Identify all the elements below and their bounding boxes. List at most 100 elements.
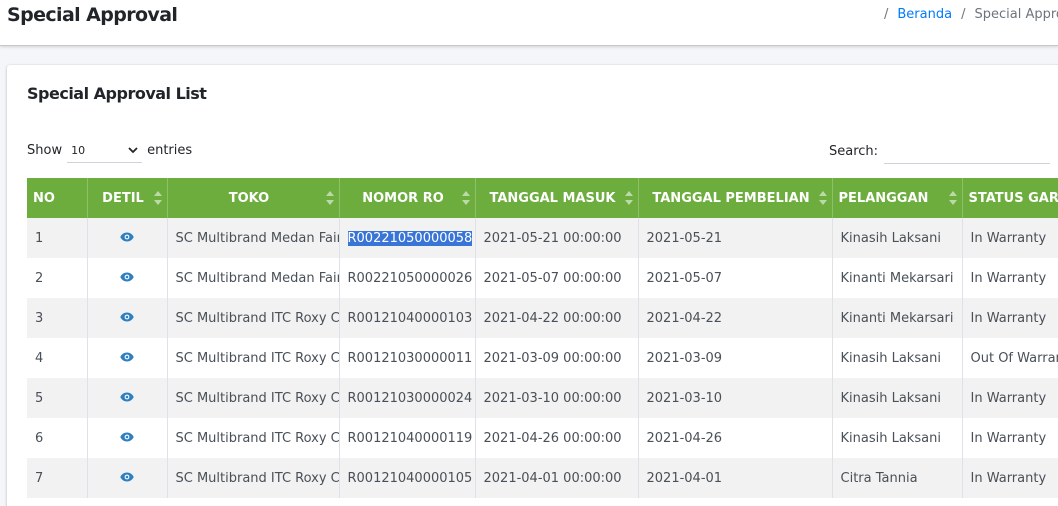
column-header-detil[interactable]: DETIL <box>87 178 168 218</box>
cell-toko: SC Multibrand ITC Roxy C4 <box>167 338 340 378</box>
column-header-tanggal-pembelian[interactable]: TANGGAL PEMBELIAN <box>638 178 833 218</box>
special-approval-card: Special Approval List Show 10 entries Se… <box>7 65 1058 506</box>
eye-icon[interactable] <box>120 431 134 446</box>
cell-no: 2 <box>27 258 88 298</box>
sort-icon <box>624 191 633 205</box>
cell-no: 3 <box>27 298 88 338</box>
cell-nomor-ro: R00221050000058 <box>339 218 476 258</box>
cell-tanggal-pembelian: 2021-04-22 <box>638 298 833 338</box>
sort-icon <box>818 191 827 205</box>
column-header-no[interactable]: NO <box>27 178 88 218</box>
column-header-status-garansi[interactable]: STATUS GARANSI <box>962 178 1058 218</box>
sort-icon <box>948 191 957 205</box>
column-header-tanggal-masuk[interactable]: TANGGAL MASUK <box>475 178 639 218</box>
cell-status: In Warranty <box>962 458 1058 498</box>
cell-pelanggan: Citra Tannia <box>832 458 963 498</box>
cell-toko: SC Multibrand Medan Fair <box>167 258 340 298</box>
cell-tanggal-pembelian: 2021-05-07 <box>638 258 833 298</box>
cell-status: Out Of Warranty <box>962 338 1058 378</box>
cell-toko: SC Multibrand ITC Roxy C4 <box>167 298 340 338</box>
search-control: Search: <box>829 138 1051 164</box>
cell-status: In Warranty <box>962 378 1058 418</box>
cell-nomor-ro: R00121040000103 <box>339 298 476 338</box>
cell-status: In Warranty <box>962 218 1058 258</box>
eye-icon[interactable] <box>120 351 134 366</box>
cell-nomor-ro: R00121030000024 <box>339 378 476 418</box>
cell-nomor-ro: R00121040000105 <box>339 458 476 498</box>
eye-icon[interactable] <box>120 391 134 406</box>
eye-icon[interactable] <box>120 311 134 326</box>
cell-no: 4 <box>27 338 88 378</box>
cell-detil <box>87 378 168 418</box>
breadcrumb-current: Special Approval <box>974 7 1058 22</box>
table-header-row: NO DETIL TOKO NOMOR RO TANGGAL MASUK TAN… <box>27 178 1058 218</box>
cell-nomor-ro: R00121030000011 <box>339 338 476 378</box>
sort-icon <box>153 191 162 205</box>
table-row: 5 SC Multibrand ITC Roxy C4 R00121030000… <box>27 378 1058 418</box>
cell-toko: SC Multibrand ITC Roxy C4 <box>167 458 340 498</box>
show-label: Show <box>27 143 63 158</box>
selected-nomor-ro: R00221050000058 <box>347 230 473 246</box>
eye-icon[interactable] <box>120 271 134 286</box>
cell-tanggal-pembelian: 2021-05-21 <box>638 218 833 258</box>
cell-detil <box>87 338 168 378</box>
cell-no: 6 <box>27 418 88 458</box>
breadcrumb-home-link[interactable]: Beranda <box>897 7 952 22</box>
cell-tanggal-pembelian: 2021-04-01 <box>638 458 833 498</box>
cell-status: In Warranty <box>962 418 1058 458</box>
cell-nomor-ro: R00121040000119 <box>339 418 476 458</box>
table-row: 1 SC Multibrand Medan Fair R002210500000… <box>27 218 1058 258</box>
sort-icon <box>325 191 334 205</box>
page-title: Special Approval <box>7 4 178 26</box>
search-label: Search: <box>829 143 879 159</box>
cell-pelanggan: Kinasih Laksani <box>832 378 963 418</box>
cell-status: In Warranty <box>962 298 1058 338</box>
cell-pelanggan: Kinasih Laksani <box>832 338 963 378</box>
column-header-toko[interactable]: TOKO <box>167 178 340 218</box>
cell-tanggal-masuk: 2021-05-07 00:00:00 <box>475 258 639 298</box>
entries-select[interactable]: 10 <box>67 138 143 163</box>
cell-tanggal-masuk: 2021-03-10 00:00:00 <box>475 378 639 418</box>
chevron-down-icon <box>128 144 138 157</box>
table-row: 7 SC Multibrand ITC Roxy C4 R00121040000… <box>27 458 1058 498</box>
cell-pelanggan: Kinanti Mekarsari <box>832 298 963 338</box>
special-approval-table: NO DETIL TOKO NOMOR RO TANGGAL MASUK TAN… <box>27 178 1058 498</box>
column-header-nomor-ro[interactable]: NOMOR RO <box>339 178 476 218</box>
table-row: 6 SC Multibrand ITC Roxy C4 R00121040000… <box>27 418 1058 458</box>
cell-nomor-ro: R00221050000026 <box>339 258 476 298</box>
cell-tanggal-masuk: 2021-04-01 00:00:00 <box>475 458 639 498</box>
cell-tanggal-pembelian: 2021-04-26 <box>638 418 833 458</box>
search-input[interactable] <box>884 138 1051 164</box>
cell-toko: SC Multibrand ITC Roxy C4 <box>167 418 340 458</box>
cell-tanggal-pembelian: 2021-03-09 <box>638 338 833 378</box>
cell-toko: SC Multibrand ITC Roxy C4 <box>167 378 340 418</box>
cell-toko: SC Multibrand Medan Fair <box>167 218 340 258</box>
column-header-pelanggan[interactable]: PELANGGAN <box>832 178 963 218</box>
cell-detil <box>87 458 168 498</box>
cell-no: 5 <box>27 378 88 418</box>
cell-detil <box>87 298 168 338</box>
cell-no: 1 <box>27 218 88 258</box>
cell-no: 7 <box>27 458 88 498</box>
cell-tanggal-pembelian: 2021-03-10 <box>638 378 833 418</box>
cell-tanggal-masuk: 2021-05-21 00:00:00 <box>475 218 639 258</box>
table-row: 4 SC Multibrand ITC Roxy C4 R00121030000… <box>27 338 1058 378</box>
entries-label: entries <box>147 143 193 158</box>
entries-select-value: 10 <box>71 143 86 157</box>
cell-detil <box>87 418 168 458</box>
breadcrumb-separator: / <box>961 7 966 22</box>
eye-icon[interactable] <box>120 231 134 246</box>
top-header: Special Approval / Beranda / Special Approv… <box>0 0 1058 46</box>
breadcrumb: / Beranda / Special Approval <box>884 7 1058 22</box>
cell-detil <box>87 258 168 298</box>
cell-pelanggan: Kinasih Laksani <box>832 218 963 258</box>
cell-detil <box>87 218 168 258</box>
cell-pelanggan: Kinanti Mekarsari <box>832 258 963 298</box>
entries-length-control: Show 10 entries <box>27 138 192 163</box>
cell-pelanggan: Kinasih Laksani <box>832 418 963 458</box>
sort-icon <box>461 191 470 205</box>
eye-icon[interactable] <box>120 471 134 486</box>
breadcrumb-separator: / <box>884 7 889 22</box>
cell-tanggal-masuk: 2021-04-22 00:00:00 <box>475 298 639 338</box>
table-row: 2 SC Multibrand Medan Fair R002210500000… <box>27 258 1058 298</box>
